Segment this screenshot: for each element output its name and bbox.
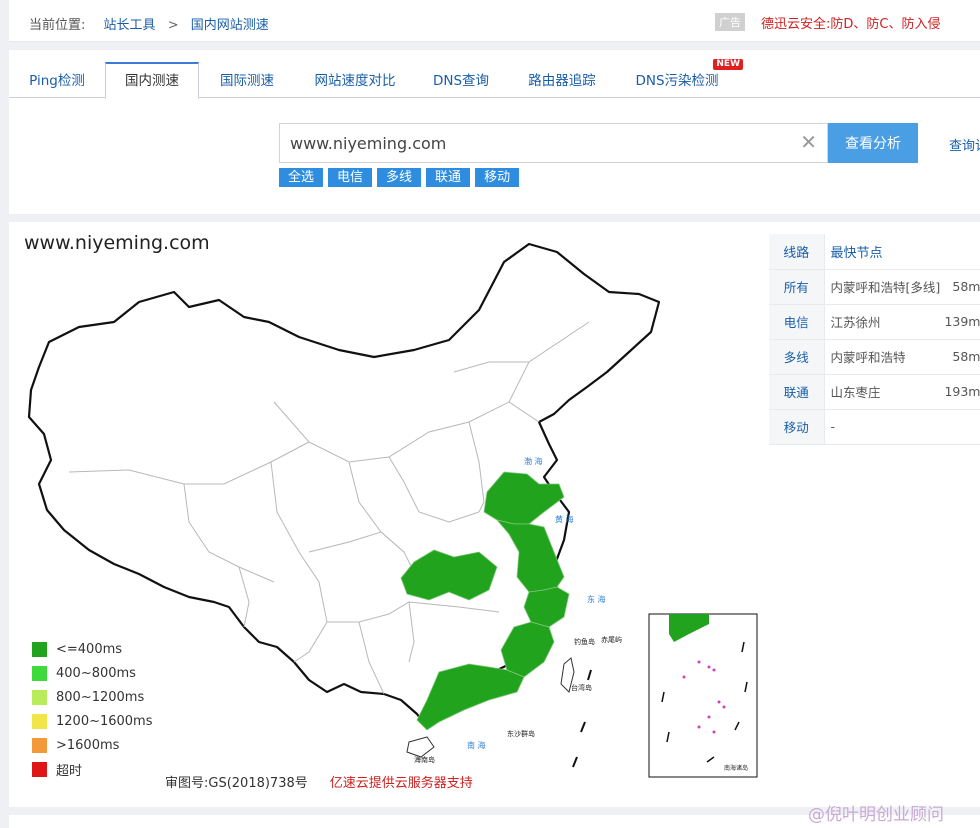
- breadcrumb-link-tools[interactable]: 站长工具: [104, 18, 156, 33]
- tab-international-speed[interactable]: 国际测速: [199, 62, 295, 98]
- new-badge: NEW: [713, 59, 743, 70]
- ad-link[interactable]: 德迅云安全:防D、防C、防入侵: [761, 13, 940, 32]
- label-taiwan: 台湾岛: [571, 683, 592, 692]
- map-title: www.niyeming.com: [24, 232, 210, 254]
- tab-dns-pollution[interactable]: DNS污染检测 NEW: [617, 59, 743, 98]
- legend-item: >1600ms: [32, 733, 153, 757]
- sponsor-link[interactable]: 亿速云提供云服务器支持: [330, 776, 473, 791]
- inset-title: 南海诸岛: [724, 764, 748, 772]
- legend-item: 超时: [32, 757, 153, 781]
- tab-label: DNS污染检测: [635, 73, 719, 89]
- tab-dns-query[interactable]: DNS查询: [415, 62, 507, 98]
- legend-swatch: [32, 689, 47, 705]
- row-line: 电信: [769, 304, 825, 340]
- legend-swatch: [32, 641, 47, 657]
- legend-item: 1200~1600ms: [32, 709, 153, 733]
- url-input[interactable]: [280, 124, 780, 162]
- label-huanghai: 黄 海: [555, 514, 574, 524]
- legend-item: 800~1200ms: [32, 685, 153, 709]
- row-time: 58ms: [943, 269, 980, 305]
- tab-label: 国际测速: [220, 73, 274, 89]
- col-line: 线路: [769, 234, 825, 270]
- url-input-box[interactable]: ✕: [279, 123, 828, 163]
- row-node: 山东枣庄: [824, 374, 944, 410]
- label-chiwei: 赤尾屿: [601, 635, 622, 644]
- tab-domestic-speed[interactable]: 国内测速: [105, 62, 199, 99]
- filter-telecom[interactable]: 电信: [328, 168, 373, 187]
- legend-label: <=400ms: [56, 641, 123, 657]
- legend-label: 超时: [56, 763, 83, 779]
- legend-item: 400~800ms: [32, 661, 153, 685]
- table-row: 所有 内蒙呼和浩特[多线] 58ms: [769, 269, 980, 305]
- legend-label: 800~1200ms: [56, 689, 145, 705]
- label-diaoyu: 钓鱼岛: [574, 637, 595, 646]
- result-panel: 渤 海 黄 海 东 海 南 海 台湾岛 海南岛 钓鱼岛 赤尾屿 东沙群岛 南海诸…: [9, 222, 980, 807]
- table-header-row: 线路 最快节点: [769, 234, 980, 270]
- table-row: 联通 山东枣庄 193ms: [769, 374, 980, 410]
- legend-swatch: [32, 665, 47, 681]
- label-dongsha: 东沙群岛: [507, 729, 535, 738]
- row-time: -: [943, 409, 980, 445]
- search-panel: Ping检测 国内测速 国际测速 网站速度对比 DNS查询 路由器追踪 DNS污…: [9, 50, 980, 214]
- filter-mobile[interactable]: 移动: [475, 168, 520, 187]
- close-icon[interactable]: ✕: [800, 132, 817, 152]
- legend-item: <=400ms: [32, 637, 153, 661]
- tab-label: DNS查询: [432, 73, 490, 89]
- province-zhejiang: [523, 586, 570, 628]
- row-time: 193ms: [943, 374, 980, 410]
- legend: <=400ms 400~800ms 800~1200ms 1200~1600ms…: [32, 637, 153, 781]
- breadcrumb-link-speedtest[interactable]: 国内网站测速: [191, 18, 269, 33]
- label-hainan: 海南岛: [414, 755, 435, 764]
- fastest-node-table: 线路 最快节点 所有 内蒙呼和浩特[多线] 58ms 电信 江苏徐州 139ms…: [769, 234, 980, 445]
- row-node: -: [824, 409, 944, 445]
- tab-speed-compare[interactable]: 网站速度对比: [295, 62, 415, 98]
- tab-label: 路由器追踪: [528, 73, 596, 89]
- legend-label: 1200~1600ms: [56, 713, 153, 729]
- col-fastest-node: 最快节点: [824, 234, 980, 270]
- map-footnote: 审图号:GS(2018)738号 亿速云提供云服务器支持: [165, 772, 473, 791]
- tab-label: 网站速度对比: [314, 73, 396, 89]
- table-row: 移动 - -: [769, 409, 980, 445]
- row-time: 58ms: [943, 339, 980, 375]
- row-node: 江苏徐州: [824, 304, 944, 340]
- map-approval-number: 审图号:GS(2018)738号: [165, 776, 308, 791]
- ad-tag: 广告: [715, 13, 745, 31]
- legend-label: 400~800ms: [56, 665, 136, 681]
- row-node: 内蒙呼和浩特: [824, 339, 944, 375]
- tab-bar: Ping检测 国内测速 国际测速 网站速度对比 DNS查询 路由器追踪 DNS污…: [9, 59, 980, 99]
- table-row: 多线 内蒙呼和浩特 58ms: [769, 339, 980, 375]
- row-line: 移动: [769, 409, 825, 445]
- table-row: 电信 江苏徐州 139ms: [769, 304, 980, 340]
- top-bar: 当前位置: 站长工具 > 国内网站测速 广告 德迅云安全:防D、防C、防入侵: [9, 0, 980, 42]
- history-link[interactable]: 查询记: [949, 135, 980, 154]
- breadcrumb-label: 当前位置:: [29, 18, 86, 33]
- watermark: @倪叶明创业顾问: [808, 805, 944, 825]
- legend-swatch: [32, 737, 47, 753]
- legend-swatch: [32, 761, 47, 777]
- row-line: 所有: [769, 269, 825, 305]
- line-filter-group: 全选 电信 多线 联通 移动: [279, 168, 524, 187]
- row-node: 内蒙呼和浩特[多线]: [824, 269, 944, 305]
- legend-swatch: [32, 713, 47, 729]
- tab-label: 国内测速: [125, 73, 179, 89]
- tab-traceroute[interactable]: 路由器追踪: [507, 62, 617, 98]
- row-time: 139ms: [943, 304, 980, 340]
- inset-frame: [648, 613, 758, 778]
- breadcrumb-separator: >: [167, 18, 179, 33]
- label-nanhai: 南 海: [467, 740, 486, 750]
- analyze-button[interactable]: 查看分析: [828, 123, 918, 163]
- row-line: 联通: [769, 374, 825, 410]
- filter-unicom[interactable]: 联通: [426, 168, 471, 187]
- row-line: 多线: [769, 339, 825, 375]
- tab-ping[interactable]: Ping检测: [9, 62, 105, 98]
- filter-all[interactable]: 全选: [279, 168, 324, 187]
- legend-label: >1600ms: [56, 737, 120, 753]
- filter-multiline[interactable]: 多线: [377, 168, 422, 187]
- label-bohai: 渤 海: [524, 456, 543, 466]
- label-donghai: 东 海: [587, 594, 606, 604]
- breadcrumb: 当前位置: 站长工具 > 国内网站测速: [29, 14, 269, 33]
- hainan-island: [406, 736, 435, 758]
- tab-label: Ping检测: [29, 73, 85, 89]
